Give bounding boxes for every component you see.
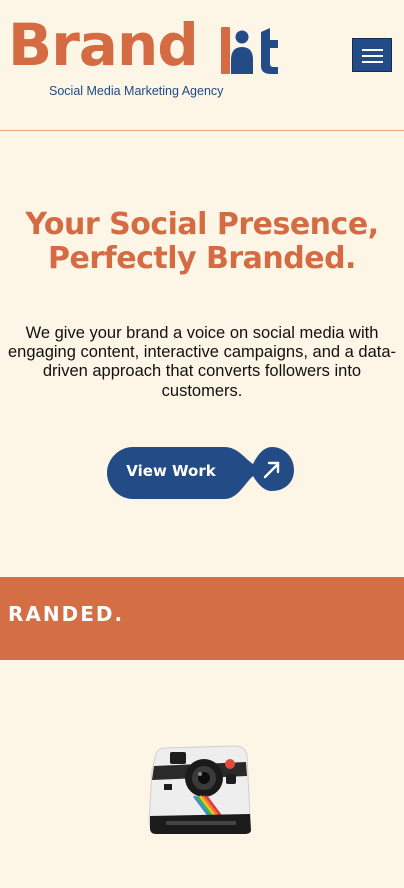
logo-mark-icon: [221, 27, 278, 74]
hero-description: We give your brand a voice on social med…: [8, 324, 397, 400]
hero-title-line-1: Your Social Presence,: [25, 207, 379, 242]
hero-title-line-2: Perfectly Branded.: [48, 241, 356, 276]
site-header: Brand Social Media Marketing Agency: [0, 0, 404, 131]
hamburger-icon: [362, 49, 383, 51]
hamburger-icon: [362, 55, 383, 57]
logo-wordmark: Brand: [8, 11, 199, 79]
hamburger-icon: [362, 61, 383, 63]
hamburger-menu-button[interactable]: [352, 38, 392, 72]
marquee-text: RANDED.: [8, 602, 125, 626]
view-work-button[interactable]: View Work: [106, 446, 296, 500]
instant-camera-icon: [148, 745, 251, 834]
view-work-label: View Work: [126, 462, 216, 480]
brand-logo[interactable]: Brand Social Media Marketing Agency: [8, 16, 280, 100]
hero-title: Your Social Presence, Perfectly Branded.: [0, 208, 404, 276]
logo-tagline: Social Media Marketing Agency: [49, 84, 224, 98]
marquee-banner: RANDED.: [0, 577, 404, 660]
